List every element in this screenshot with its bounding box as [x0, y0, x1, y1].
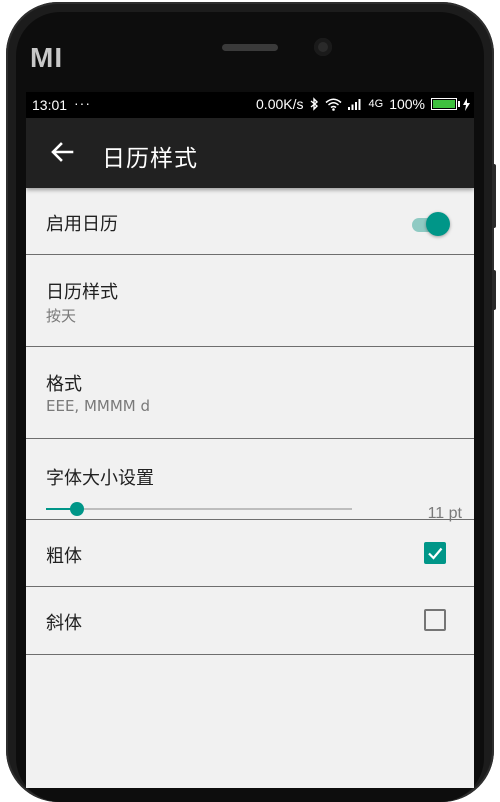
status-bar: 13:01 ··· 0.00K/s 4G 100%: [26, 92, 474, 118]
calendar-style-label: 日历样式: [46, 282, 118, 303]
charging-icon: [463, 97, 470, 111]
bold-checkbox[interactable]: [424, 542, 446, 564]
power-button: [492, 270, 496, 310]
notification-dots: ···: [74, 95, 91, 111]
format-label: 格式: [46, 374, 82, 395]
font-size-row: 字体大小设置 11 pt: [26, 439, 474, 522]
slider-thumb[interactable]: [69, 502, 84, 516]
italic-row[interactable]: 斜体: [26, 587, 474, 655]
settings-list: 启用日历 日历样式 按天 格式 EEE, MMMM d 字体大小设置 11 pt: [26, 188, 474, 655]
enable-calendar-switch[interactable]: [410, 211, 450, 237]
enable-calendar-row[interactable]: 启用日历: [26, 188, 474, 255]
italic-checkbox[interactable]: [424, 609, 446, 631]
calendar-style-value: 按天: [46, 307, 77, 325]
page-title: 日历样式: [102, 146, 198, 172]
network-type: 4G: [368, 98, 384, 110]
slider-track: [46, 508, 352, 510]
app-bar: 日历样式: [26, 118, 474, 188]
bluetooth-icon: [310, 97, 318, 111]
screen: 13:01 ··· 0.00K/s 4G 100% 日历样式 启用日历 日历样式…: [26, 92, 474, 788]
calendar-style-row[interactable]: 日历样式 按天: [26, 255, 474, 347]
enable-calendar-label: 启用日历: [46, 214, 118, 235]
font-size-label: 字体大小设置: [46, 468, 154, 489]
battery-percent: 100%: [389, 96, 425, 112]
wifi-icon: [325, 98, 341, 111]
battery-icon: [431, 98, 460, 110]
signal-icon: [347, 99, 360, 110]
italic-label: 斜体: [46, 613, 82, 634]
switch-thumb: [426, 212, 450, 236]
format-row[interactable]: 格式 EEE, MMMM d: [26, 347, 474, 439]
status-time: 13:01: [32, 97, 68, 113]
volume-button: [492, 164, 496, 228]
network-speed: 0.00K/s: [256, 96, 304, 112]
brand-logo: MI: [30, 42, 64, 73]
earpiece-speaker: [222, 44, 278, 51]
battery-level: [433, 100, 455, 108]
checkmark-icon: [428, 547, 443, 560]
bold-row[interactable]: 粗体: [26, 520, 474, 587]
font-size-slider[interactable]: [46, 501, 352, 517]
front-camera: [314, 38, 332, 56]
bold-label: 粗体: [46, 546, 82, 567]
format-value: EEE, MMMM d: [46, 397, 151, 415]
arrow-left-icon[interactable]: [48, 138, 76, 166]
